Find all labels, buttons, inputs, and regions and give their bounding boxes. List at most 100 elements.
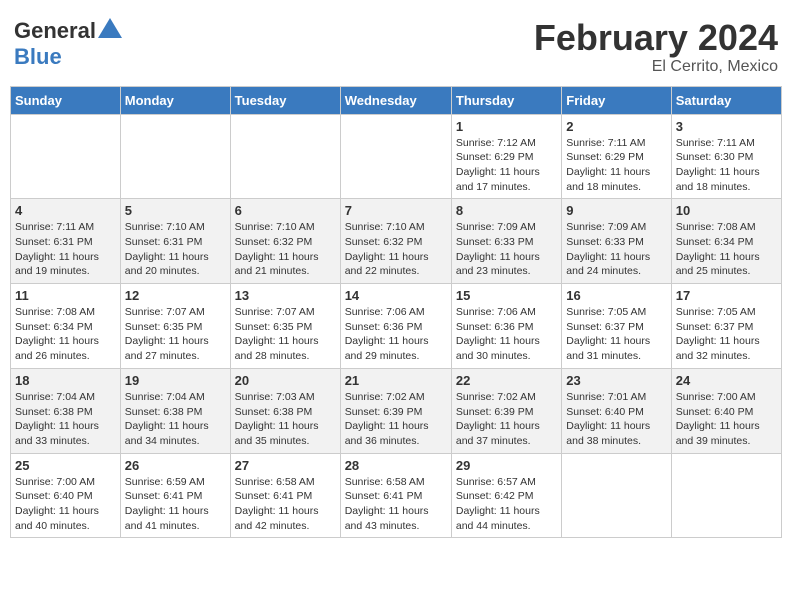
month-year-title: February 2024	[534, 18, 778, 58]
weekday-header: Saturday	[671, 86, 781, 114]
calendar-week-row: 11 Sunrise: 7:08 AMSunset: 6:34 PMDayligh…	[11, 284, 782, 369]
weekday-header-row: SundayMondayTuesdayWednesdayThursdayFrid…	[11, 86, 782, 114]
day-number: 15	[456, 288, 557, 303]
day-info: Sunrise: 7:09 AMSunset: 6:33 PMDaylight:…	[456, 220, 557, 279]
calendar-cell: 8 Sunrise: 7:09 AMSunset: 6:33 PMDaylight…	[451, 199, 561, 284]
calendar-cell: 6 Sunrise: 7:10 AMSunset: 6:32 PMDaylight…	[230, 199, 340, 284]
day-number: 23	[566, 373, 666, 388]
calendar-cell: 10Sunrise: 7:08 AMSunset: 6:34 PMDayligh…	[671, 199, 781, 284]
day-number: 5	[125, 203, 226, 218]
page-header: General Blue February 2024 El Cerrito, M…	[10, 10, 782, 80]
calendar-cell: 12 Sunrise: 7:07 AMSunset: 6:35 PMDayligh…	[120, 284, 230, 369]
calendar-cell: 5 Sunrise: 7:10 AMSunset: 6:31 PMDaylight…	[120, 199, 230, 284]
day-number: 14	[345, 288, 447, 303]
day-info: Sunrise: 7:00 AMSunset: 6:40 PMDaylight:…	[676, 390, 777, 449]
day-info: Sunrise: 7:11 AMSunset: 6:31 PMDaylight:…	[15, 220, 116, 279]
day-number: 11	[15, 288, 116, 303]
day-number: 27	[235, 458, 336, 473]
day-number: 9	[566, 203, 666, 218]
day-info: Sunrise: 7:05 AMSunset: 6:37 PMDaylight:…	[566, 305, 666, 364]
calendar-cell	[562, 453, 671, 538]
calendar-cell: 2 Sunrise: 7:11 AMSunset: 6:29 PMDaylight…	[562, 114, 671, 199]
calendar-cell	[120, 114, 230, 199]
day-number: 6	[235, 203, 336, 218]
logo-icon	[98, 18, 122, 38]
day-number: 19	[125, 373, 226, 388]
calendar-cell	[671, 453, 781, 538]
day-number: 7	[345, 203, 447, 218]
day-info: Sunrise: 7:05 AMSunset: 6:37 PMDaylight:…	[676, 305, 777, 364]
day-number: 21	[345, 373, 447, 388]
calendar-week-row: 18Sunrise: 7:04 AMSunset: 6:38 PMDayligh…	[11, 368, 782, 453]
calendar-cell: 7 Sunrise: 7:10 AMSunset: 6:32 PMDaylight…	[340, 199, 451, 284]
calendar-cell: 17Sunrise: 7:05 AMSunset: 6:37 PMDayligh…	[671, 284, 781, 369]
calendar-cell: 16 Sunrise: 7:05 AMSunset: 6:37 PMDayligh…	[562, 284, 671, 369]
calendar-cell: 28Sunrise: 6:58 AMSunset: 6:41 PMDayligh…	[340, 453, 451, 538]
calendar-cell: 24 Sunrise: 7:00 AMSunset: 6:40 PMDayligh…	[671, 368, 781, 453]
weekday-header: Tuesday	[230, 86, 340, 114]
day-info: Sunrise: 7:00 AMSunset: 6:40 PMDaylight:…	[15, 475, 116, 534]
day-info: Sunrise: 7:09 AMSunset: 6:33 PMDaylight:…	[566, 220, 666, 279]
day-number: 26	[125, 458, 226, 473]
day-info: Sunrise: 7:10 AMSunset: 6:32 PMDaylight:…	[235, 220, 336, 279]
calendar-cell: 9 Sunrise: 7:09 AMSunset: 6:33 PMDaylight…	[562, 199, 671, 284]
weekday-header: Wednesday	[340, 86, 451, 114]
weekday-header: Friday	[562, 86, 671, 114]
calendar-cell: 1 Sunrise: 7:12 AMSunset: 6:29 PMDaylight…	[451, 114, 561, 199]
calendar-cell: 4 Sunrise: 7:11 AMSunset: 6:31 PMDaylight…	[11, 199, 121, 284]
day-number: 25	[15, 458, 116, 473]
logo-general: General	[14, 18, 96, 43]
weekday-header: Monday	[120, 86, 230, 114]
day-number: 2	[566, 119, 666, 134]
day-info: Sunrise: 6:58 AMSunset: 6:41 PMDaylight:…	[345, 475, 447, 534]
day-number: 3	[676, 119, 777, 134]
calendar-week-row: 25 Sunrise: 7:00 AMSunset: 6:40 PMDayligh…	[11, 453, 782, 538]
day-info: Sunrise: 7:07 AMSunset: 6:35 PMDaylight:…	[235, 305, 336, 364]
day-info: Sunrise: 7:11 AMSunset: 6:29 PMDaylight:…	[566, 136, 666, 195]
calendar-cell	[230, 114, 340, 199]
title-block: February 2024 El Cerrito, Mexico	[534, 18, 778, 76]
day-number: 24	[676, 373, 777, 388]
calendar-cell: 20 Sunrise: 7:03 AMSunset: 6:38 PMDayligh…	[230, 368, 340, 453]
day-number: 29	[456, 458, 557, 473]
day-info: Sunrise: 7:06 AMSunset: 6:36 PMDaylight:…	[456, 305, 557, 364]
logo-text: General Blue	[14, 18, 122, 70]
day-info: Sunrise: 7:03 AMSunset: 6:38 PMDaylight:…	[235, 390, 336, 449]
calendar-table: SundayMondayTuesdayWednesdayThursdayFrid…	[10, 86, 782, 539]
day-info: Sunrise: 7:11 AMSunset: 6:30 PMDaylight:…	[676, 136, 777, 195]
day-number: 8	[456, 203, 557, 218]
calendar-cell: 23 Sunrise: 7:01 AMSunset: 6:40 PMDayligh…	[562, 368, 671, 453]
day-info: Sunrise: 7:12 AMSunset: 6:29 PMDaylight:…	[456, 136, 557, 195]
day-info: Sunrise: 7:10 AMSunset: 6:32 PMDaylight:…	[345, 220, 447, 279]
day-info: Sunrise: 7:04 AMSunset: 6:38 PMDaylight:…	[125, 390, 226, 449]
calendar-week-row: 4 Sunrise: 7:11 AMSunset: 6:31 PMDaylight…	[11, 199, 782, 284]
day-number: 12	[125, 288, 226, 303]
logo: General Blue	[14, 18, 122, 70]
calendar-cell	[11, 114, 121, 199]
calendar-cell: 15 Sunrise: 7:06 AMSunset: 6:36 PMDayligh…	[451, 284, 561, 369]
day-number: 16	[566, 288, 666, 303]
day-info: Sunrise: 7:01 AMSunset: 6:40 PMDaylight:…	[566, 390, 666, 449]
weekday-header: Thursday	[451, 86, 561, 114]
day-info: Sunrise: 7:02 AMSunset: 6:39 PMDaylight:…	[456, 390, 557, 449]
calendar-cell: 21 Sunrise: 7:02 AMSunset: 6:39 PMDayligh…	[340, 368, 451, 453]
day-info: Sunrise: 7:07 AMSunset: 6:35 PMDaylight:…	[125, 305, 226, 364]
day-info: Sunrise: 6:59 AMSunset: 6:41 PMDaylight:…	[125, 475, 226, 534]
day-info: Sunrise: 6:58 AMSunset: 6:41 PMDaylight:…	[235, 475, 336, 534]
calendar-cell: 3 Sunrise: 7:11 AMSunset: 6:30 PMDaylight…	[671, 114, 781, 199]
location-subtitle: El Cerrito, Mexico	[534, 58, 778, 76]
calendar-cell: 26 Sunrise: 6:59 AMSunset: 6:41 PMDayligh…	[120, 453, 230, 538]
calendar-cell: 25 Sunrise: 7:00 AMSunset: 6:40 PMDayligh…	[11, 453, 121, 538]
day-number: 13	[235, 288, 336, 303]
calendar-cell: 27 Sunrise: 6:58 AMSunset: 6:41 PMDayligh…	[230, 453, 340, 538]
day-info: Sunrise: 7:10 AMSunset: 6:31 PMDaylight:…	[125, 220, 226, 279]
day-info: Sunrise: 7:06 AMSunset: 6:36 PMDaylight:…	[345, 305, 447, 364]
day-number: 20	[235, 373, 336, 388]
calendar-cell: 13 Sunrise: 7:07 AMSunset: 6:35 PMDayligh…	[230, 284, 340, 369]
day-number: 4	[15, 203, 116, 218]
day-info: Sunrise: 7:04 AMSunset: 6:38 PMDaylight:…	[15, 390, 116, 449]
day-number: 1	[456, 119, 557, 134]
logo-blue: Blue	[14, 44, 62, 69]
day-info: Sunrise: 7:08 AMSunset: 6:34 PMDaylight:…	[15, 305, 116, 364]
day-info: Sunrise: 7:02 AMSunset: 6:39 PMDaylight:…	[345, 390, 447, 449]
